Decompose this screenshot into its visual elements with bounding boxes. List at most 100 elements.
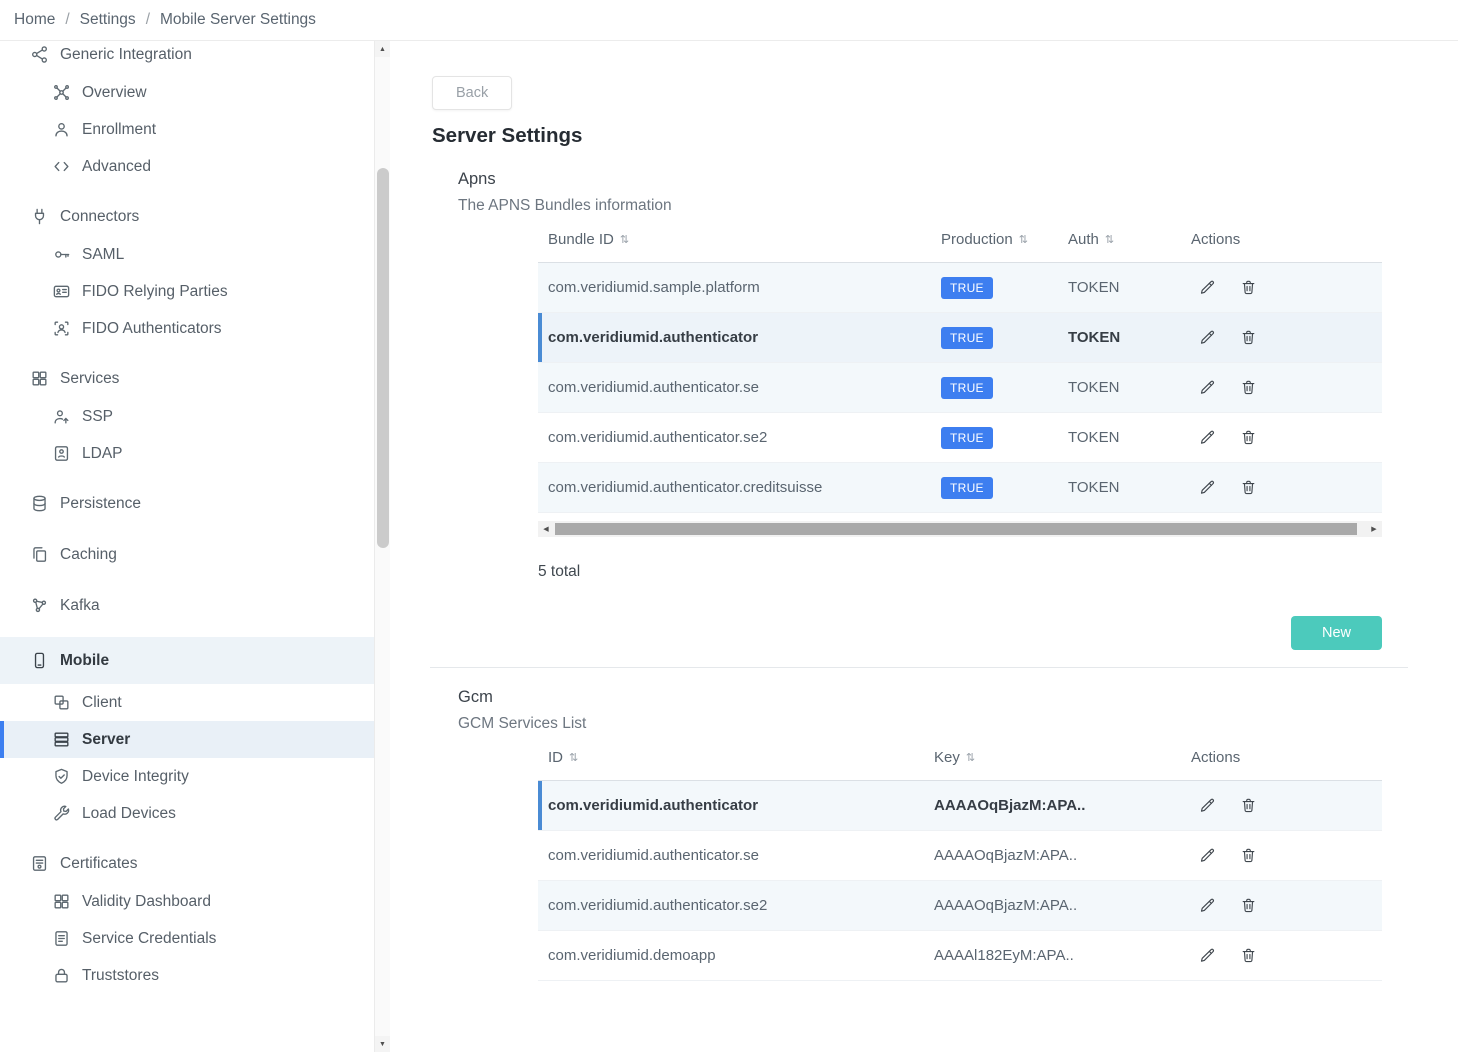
sidebar-item-client[interactable]: Client [0, 684, 374, 721]
delete-button[interactable] [1240, 947, 1257, 964]
scroll-up-arrow[interactable]: ▲ [375, 41, 390, 57]
gcm-table-row[interactable]: com.veridiumid.demoappAAAAl182EyM:APA.. [538, 931, 1382, 981]
new-button[interactable]: New [1291, 616, 1382, 650]
scroll-down-arrow[interactable]: ▼ [375, 1036, 390, 1052]
sort-icon: ⇅ [966, 751, 975, 764]
edit-button[interactable] [1199, 847, 1216, 864]
sidebar-item-service-credentials[interactable]: Service Credentials [0, 920, 374, 957]
sidebar-item-label: Client [82, 694, 122, 712]
actions-cell [1185, 947, 1382, 964]
sidebar-item-advanced[interactable]: Advanced [0, 148, 374, 185]
sidebar-item-label: Certificates [60, 855, 138, 873]
sidebar-item-caching[interactable]: Caching [0, 535, 374, 574]
sidebar-item-truststores[interactable]: Truststores [0, 957, 374, 994]
breadcrumb-item-home[interactable]: Home [14, 11, 55, 29]
sidebar-item-saml[interactable]: SAML [0, 236, 374, 273]
sidebar-item-label: Enrollment [82, 121, 156, 139]
sort-icon: ⇅ [620, 233, 629, 246]
apns-table-row[interactable]: com.veridiumid.authenticator.se2TRUETOKE… [538, 413, 1382, 463]
scroll-left-arrow[interactable]: ◀ [538, 521, 554, 537]
sidebar-item-certificates[interactable]: Certificates [0, 844, 374, 883]
production-cell: TRUE [933, 327, 1055, 349]
sidebar-item-server[interactable]: Server [0, 721, 374, 758]
hub-icon [52, 83, 71, 102]
breadcrumb-item-settings[interactable]: Settings [80, 11, 136, 29]
sidebar-item-label: Services [60, 370, 119, 388]
delete-button[interactable] [1240, 329, 1257, 346]
delete-button[interactable] [1240, 479, 1257, 496]
gcm-table-row[interactable]: com.veridiumid.authenticator.se2AAAAOqBj… [538, 881, 1382, 931]
lock-icon [52, 966, 71, 985]
auth-cell: TOKEN [1055, 379, 1185, 396]
apns-table-row[interactable]: com.veridiumid.sample.platformTRUETOKEN [538, 263, 1382, 313]
edit-button[interactable] [1199, 279, 1216, 296]
back-button[interactable]: Back [432, 76, 512, 110]
sidebar-item-validity-dashboard[interactable]: Validity Dashboard [0, 883, 374, 920]
edit-button[interactable] [1199, 897, 1216, 914]
delete-button[interactable] [1240, 897, 1257, 914]
server-stack-icon [52, 730, 71, 749]
key-icon [52, 245, 71, 264]
sidebar-item-connectors[interactable]: Connectors [0, 197, 374, 236]
edit-button[interactable] [1199, 797, 1216, 814]
column-header-id[interactable]: ID⇅ [538, 749, 925, 766]
sidebar-item-fido-authenticators[interactable]: FIDO Authenticators [0, 310, 374, 347]
sidebar-item-ldap[interactable]: LDAP [0, 435, 374, 472]
column-header-actions: Actions [1185, 231, 1382, 248]
scrollbar-track[interactable] [554, 521, 1366, 537]
sidebar-item-device-integrity[interactable]: Device Integrity [0, 758, 374, 795]
apns-table-header: Bundle ID⇅Production⇅Auth⇅Actions [538, 215, 1382, 263]
column-header-auth[interactable]: Auth⇅ [1055, 231, 1185, 248]
sidebar-item-load-devices[interactable]: Load Devices [0, 795, 374, 832]
sort-icon: ⇅ [1105, 233, 1114, 246]
edit-button[interactable] [1199, 329, 1216, 346]
production-badge: TRUE [941, 377, 993, 399]
edit-button[interactable] [1199, 379, 1216, 396]
sidebar-scrollbar[interactable]: ▲ ▼ [374, 41, 390, 1052]
apns-table-row[interactable]: com.veridiumid.authenticator.se TRUE TOKEN [538, 363, 1382, 413]
breadcrumb-separator: / [146, 11, 150, 29]
phone-icon [30, 651, 49, 670]
edit-button[interactable] [1199, 947, 1216, 964]
column-label: Production [941, 231, 1013, 248]
sidebar-item-kafka[interactable]: Kafka [0, 586, 374, 625]
sidebar-item-ssp[interactable]: SSP [0, 398, 374, 435]
column-header-bundle-id[interactable]: Bundle ID⇅ [538, 231, 933, 248]
delete-button[interactable] [1240, 379, 1257, 396]
column-header-key[interactable]: Key⇅ [925, 749, 1185, 766]
person-frame-icon [52, 319, 71, 338]
production-cell: TRUE [933, 277, 1055, 299]
apns-table-row[interactable]: com.veridiumid.authenticatorTRUETOKEN [538, 313, 1382, 363]
apns-total-count: 5 total [538, 563, 1382, 581]
gcm-table: ID⇅Key⇅Actions com.veridiumid.authentica… [538, 733, 1382, 981]
bundle-id-cell: com.veridiumid.authenticator.se [538, 379, 933, 396]
section-divider [430, 667, 1408, 668]
sidebar-item-services[interactable]: Services [0, 359, 374, 398]
delete-button[interactable] [1240, 847, 1257, 864]
sidebar-item-generic-integration[interactable]: Generic Integration [0, 41, 374, 74]
edit-button[interactable] [1199, 479, 1216, 496]
breadcrumb-bar: Home/Settings/Mobile Server Settings [0, 0, 1458, 41]
edit-button[interactable] [1199, 429, 1216, 446]
apns-horizontal-scrollbar[interactable]: ◀ ▶ [538, 521, 1382, 537]
sidebar-scrollbar-thumb[interactable] [377, 168, 389, 548]
delete-button[interactable] [1240, 797, 1257, 814]
sidebar-item-label: FIDO Relying Parties [82, 283, 228, 301]
sidebar-item-overview[interactable]: Overview [0, 74, 374, 111]
apns-section-title: Apns [458, 170, 1458, 189]
gcm-table-row[interactable]: com.veridiumid.authenticator.seAAAAOqBja… [538, 831, 1382, 881]
column-header-production[interactable]: Production⇅ [933, 231, 1055, 248]
sidebar-item-persistence[interactable]: Persistence [0, 484, 374, 523]
delete-button[interactable] [1240, 429, 1257, 446]
delete-button[interactable] [1240, 279, 1257, 296]
sidebar-item-label: Overview [82, 84, 147, 102]
sidebar: Generic Integration Overview Enrollment Adv… [0, 41, 390, 1052]
scrollbar-thumb[interactable] [555, 523, 1357, 535]
sidebar-item-fido-relying-parties[interactable]: FIDO Relying Parties [0, 273, 374, 310]
gcm-table-row[interactable]: com.veridiumid.authenticatorAAAAOqBjazM:… [538, 781, 1382, 831]
sidebar-item-enrollment[interactable]: Enrollment [0, 111, 374, 148]
scroll-right-arrow[interactable]: ▶ [1366, 521, 1382, 537]
sidebar-item-mobile[interactable]: Mobile [0, 637, 374, 684]
apns-table-row[interactable]: com.veridiumid.authenticator.creditsuiss… [538, 463, 1382, 513]
gcm-table-header: ID⇅Key⇅Actions [538, 733, 1382, 781]
